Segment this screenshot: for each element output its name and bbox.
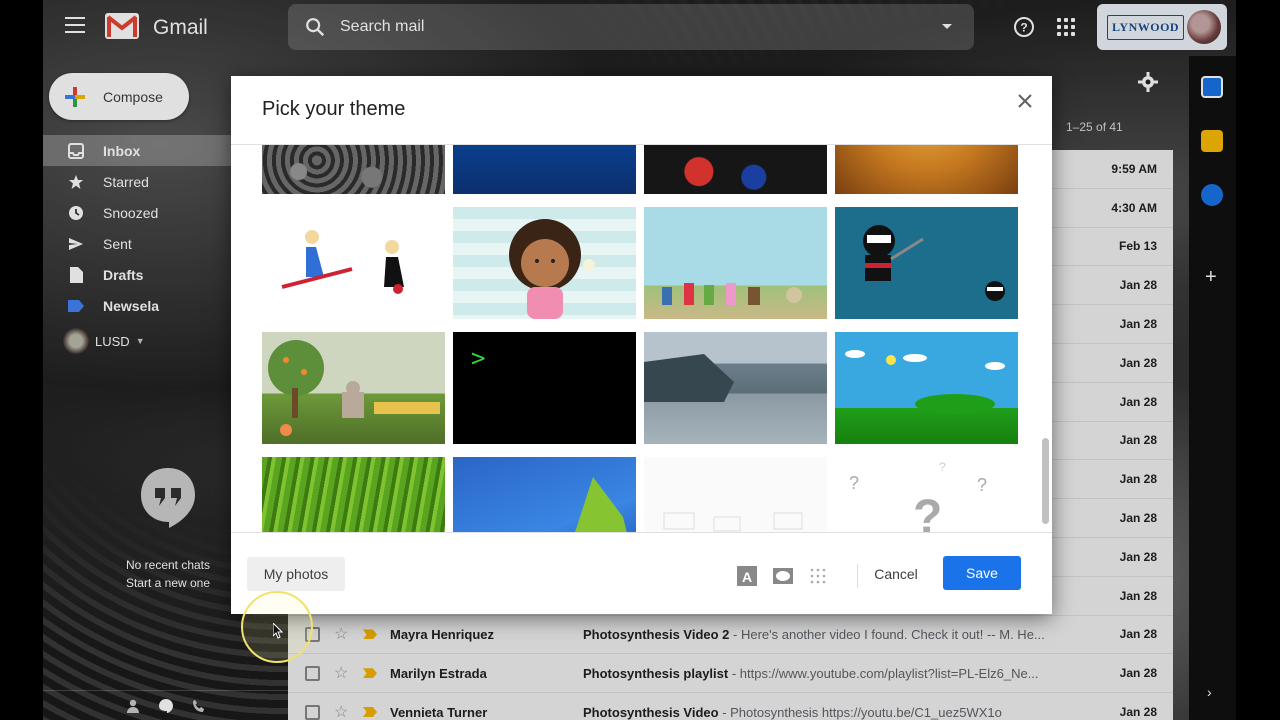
theme-picker-dialog: Pick your theme > ? ? ? ? My photos A Ca… [231,76,1052,614]
theme-skiers[interactable] [262,207,445,319]
theme-graffiti[interactable] [644,145,827,194]
theme-cartoon-field[interactable] [835,332,1018,444]
tools-divider [857,564,858,588]
theme-terminal[interactable]: > [453,332,636,444]
text-color-icon[interactable]: A [737,566,757,586]
my-photos-button[interactable]: My photos [247,557,345,591]
theme-sketch[interactable] [644,457,827,532]
theme-garden[interactable] [262,332,445,444]
gmail-app: Gmail ? LYNWOOD Compose [43,0,1236,720]
theme-grass[interactable] [262,457,445,532]
save-button[interactable]: Save [943,556,1021,590]
theme-lake[interactable] [644,332,827,444]
svg-text:A: A [742,569,752,585]
svg-text:?: ? [913,491,942,532]
close-icon[interactable] [1016,92,1034,110]
svg-text:?: ? [849,473,859,493]
theme-grid-scrollbar[interactable] [1042,438,1049,524]
vignette-icon[interactable] [773,566,793,586]
theme-ocean[interactable] [453,145,636,194]
cancel-button[interactable]: Cancel [861,557,931,591]
theme-tools: A [737,564,858,588]
theme-pebbles[interactable] [262,145,445,194]
blur-icon[interactable] [809,567,827,585]
svg-text:?: ? [939,460,946,474]
theme-park[interactable] [644,207,827,319]
terminal-prompt: > [471,344,486,372]
theme-planet[interactable] [835,145,1018,194]
theme-ninja[interactable] [835,207,1018,319]
theme-girl[interactable] [453,207,636,319]
theme-leaf[interactable] [453,457,636,532]
theme-question-marks[interactable]: ? ? ? ? [835,457,1018,532]
svg-text:?: ? [977,475,987,495]
footer-divider [231,532,1052,533]
theme-grid: > ? ? ? ? [262,145,1052,532]
dialog-title: Pick your theme [262,98,406,120]
mouse-pointer-icon [273,623,283,639]
